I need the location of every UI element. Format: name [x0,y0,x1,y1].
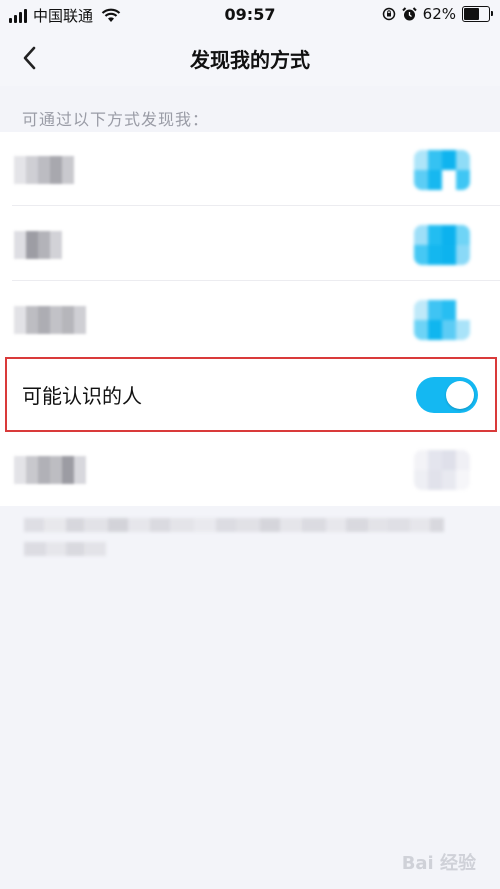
redacted-toggle[interactable] [414,225,470,265]
redacted-toggle[interactable] [414,300,470,340]
status-bar: 中国联通 09:57 62% [0,0,500,30]
people-you-may-know-toggle[interactable] [416,377,478,413]
list-item-redacted-1[interactable] [0,132,500,206]
orientation-lock-icon [382,7,395,21]
battery-icon [462,6,493,22]
divider [12,205,500,206]
redacted-toggle[interactable] [414,150,470,190]
redacted-toggle[interactable] [414,450,470,490]
list-item-redacted-2[interactable] [0,207,500,281]
page-title: 发现我的方式 [190,48,310,72]
settings-list [0,132,500,506]
redacted-label [14,156,74,184]
redacted-description [24,518,444,532]
redacted-label [14,306,86,334]
redacted-label [14,231,62,259]
people-you-may-know-label: 可能认识的人 [22,384,142,408]
status-right: 62% [382,5,493,23]
battery-percent: 62% [422,5,456,23]
list-item-redacted-3[interactable] [0,282,500,356]
list-item-redacted-5[interactable] [0,432,500,506]
divider [12,280,500,281]
nav-bar: 发现我的方式 [0,30,500,86]
redacted-description-line2 [24,542,106,556]
battery-fill [464,8,479,20]
redacted-label [14,456,86,484]
watermark-logo: Bai 经验 [401,853,476,874]
toggle-knob [446,381,474,409]
section-label: 可通过以下方式发现我： [22,110,210,129]
alarm-icon [401,6,417,20]
